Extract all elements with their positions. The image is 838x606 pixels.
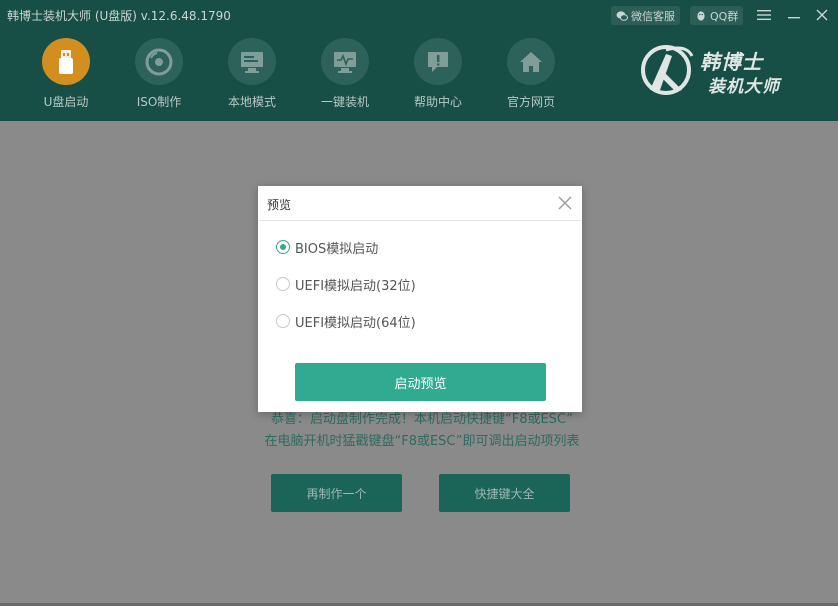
- nav-label-usb-boot: U盘启动: [43, 95, 89, 109]
- system-monitor-icon: [321, 38, 369, 85]
- nav-label-one-click: 一键装机: [320, 95, 369, 109]
- nav-item-usb-boot[interactable]: U盘启动: [30, 38, 102, 110]
- option-bios[interactable]: BIOS模拟启动: [276, 237, 378, 257]
- nav-item-iso[interactable]: ISO制作: [123, 38, 195, 110]
- radio-bios[interactable]: [276, 240, 290, 254]
- hotkeys-button[interactable]: 快捷键大全: [439, 474, 570, 512]
- logo-text-line1: 韩博士: [700, 50, 763, 74]
- radio-uefi-32[interactable]: [276, 277, 290, 291]
- menu-button[interactable]: [754, 6, 774, 24]
- wechat-service-label: 微信客服: [631, 9, 675, 23]
- close-window-button[interactable]: [812, 6, 832, 24]
- start-preview-button[interactable]: 启动预览: [295, 363, 546, 401]
- brand-logo: 韩博士 装机大师: [636, 40, 806, 100]
- nav-item-one-click[interactable]: 一键装机: [309, 38, 381, 110]
- radio-uefi-64[interactable]: [276, 314, 290, 328]
- app-window: 韩博士装机大师 (U盘版) v.12.6.48.1790 微信客服 QQ群 U盘…: [0, 0, 838, 606]
- disc-icon: [135, 38, 183, 85]
- dialog-header: 预览: [258, 186, 582, 221]
- option-uefi-64[interactable]: UEFI模拟启动(64位): [276, 311, 416, 331]
- nav-label-local-mode: 本地模式: [227, 95, 276, 109]
- monitor-icon: [228, 38, 276, 85]
- option-uefi-64-label: UEFI模拟启动(64位): [295, 315, 416, 331]
- option-uefi-32[interactable]: UEFI模拟启动(32位): [276, 274, 416, 294]
- nav-label-help: 帮助中心: [413, 95, 462, 109]
- titlebar: 韩博士装机大师 (U盘版) v.12.6.48.1790 微信客服 QQ群: [0, 0, 838, 30]
- hotkey-instruction: 在电脑开机时猛戳键盘“F8或ESC”即可调出启动项列表: [264, 434, 580, 449]
- minimize-icon: [788, 6, 800, 25]
- dialog-title: 预览: [267, 198, 292, 212]
- nav-label-iso: ISO制作: [136, 95, 182, 109]
- qq-group-label: QQ群: [710, 9, 739, 23]
- close-icon: [816, 6, 828, 25]
- nav-item-help[interactable]: 帮助中心: [402, 38, 474, 110]
- option-uefi-32-label: UEFI模拟启动(32位): [295, 278, 416, 294]
- logo-text-line2: 装机大师: [708, 77, 780, 97]
- home-icon: [507, 38, 555, 85]
- header: 韩博士装机大师 (U盘版) v.12.6.48.1790 微信客服 QQ群 U盘…: [0, 0, 838, 121]
- wechat-icon: [616, 10, 628, 22]
- dialog-close-button[interactable]: [557, 195, 573, 211]
- qq-icon: [695, 10, 707, 22]
- app-title: 韩博士装机大师 (U盘版) v.12.6.48.1790: [7, 9, 231, 23]
- nav-item-local-mode[interactable]: 本地模式: [216, 38, 288, 110]
- nav-item-website[interactable]: 官方网页: [495, 38, 567, 110]
- hamburger-icon: [757, 6, 771, 25]
- qq-group-button[interactable]: QQ群: [690, 6, 744, 25]
- remake-button[interactable]: 再制作一个: [271, 474, 402, 512]
- minimize-button[interactable]: [784, 6, 804, 24]
- option-bios-label: BIOS模拟启动: [295, 241, 379, 257]
- preview-dialog: 预览 BIOS模拟启动 UEFI模拟启动(32位) UEFI模拟启动(64位) …: [258, 186, 582, 412]
- close-icon: [558, 196, 572, 210]
- wechat-service-button[interactable]: 微信客服: [611, 6, 680, 25]
- nav-label-website: 官方网页: [506, 95, 555, 109]
- brand-mark-icon: [641, 45, 694, 95]
- usb-drive-icon: [42, 38, 90, 85]
- help-chat-icon: [414, 38, 462, 85]
